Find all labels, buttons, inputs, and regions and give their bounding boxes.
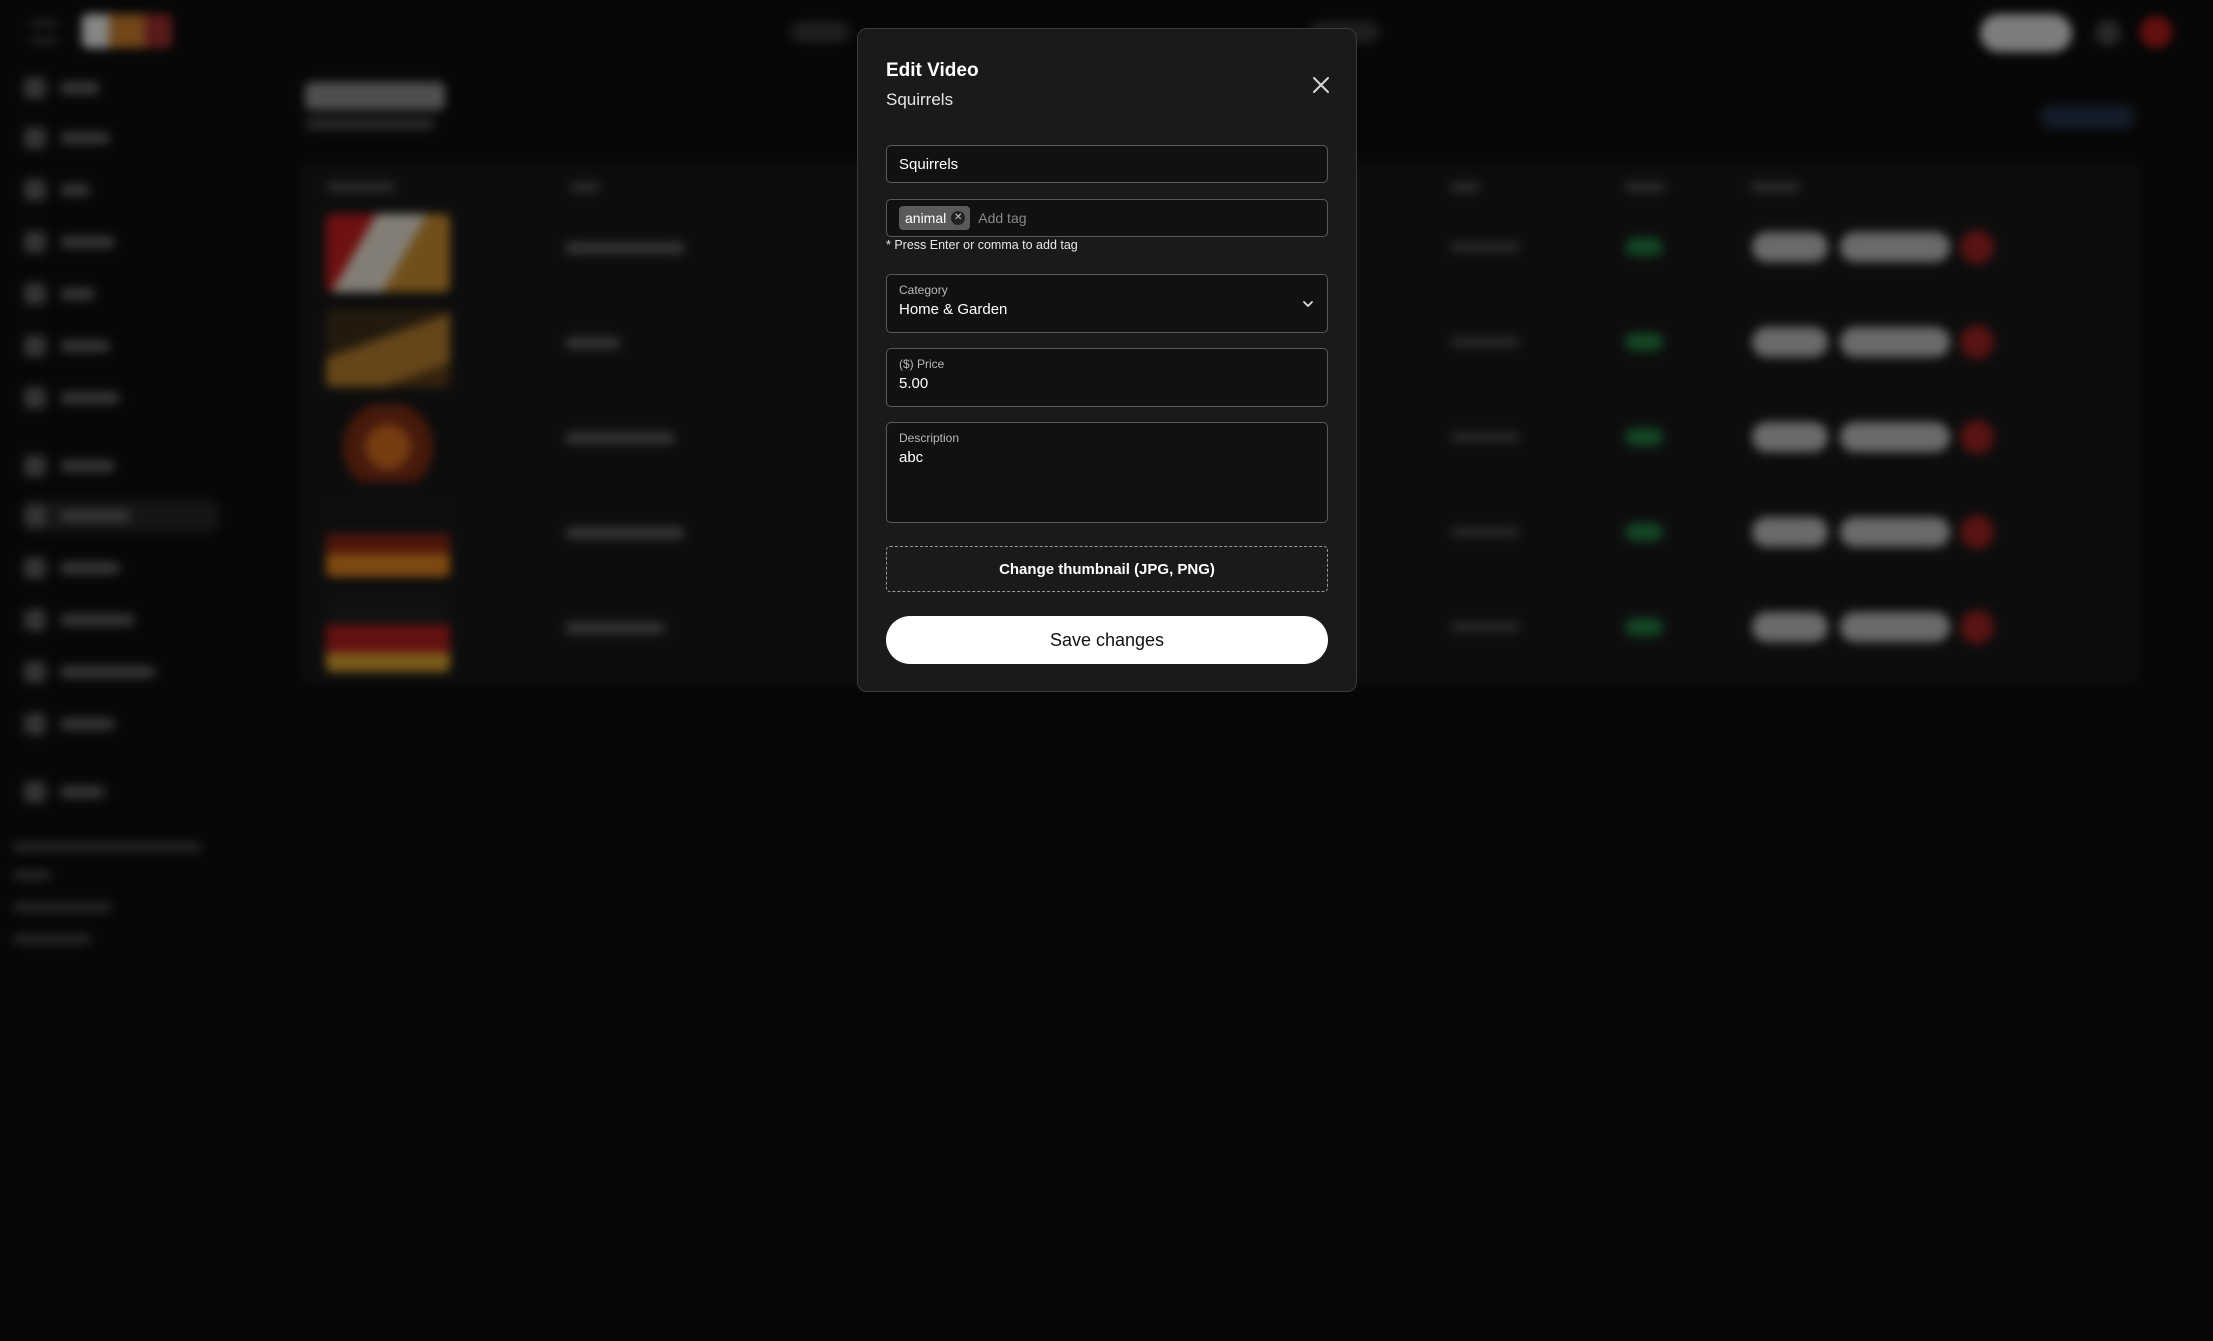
footer-links [12, 934, 92, 944]
close-button[interactable] [1308, 72, 1334, 98]
change-thumbnail-button[interactable]: Change thumbnail (JPG, PNG) [886, 546, 1328, 592]
description-label: Description [899, 431, 960, 445]
sidebar-item [24, 382, 219, 414]
menu-icon [30, 22, 58, 42]
nav-item [790, 22, 850, 42]
modal-title: Edit Video [886, 60, 979, 81]
tags-field[interactable]: animal ✕ [886, 199, 1328, 237]
page-subtitle [305, 118, 435, 130]
sidebar-item [24, 72, 219, 104]
sidebar-item [24, 656, 219, 688]
modal-subtitle: Squirrels [886, 90, 954, 109]
sidebar-item [24, 552, 219, 584]
title-field[interactable]: Squirrels [886, 145, 1328, 183]
footer-links [12, 902, 112, 912]
filter-control [2040, 105, 2135, 129]
sidebar-item [24, 330, 219, 362]
sidebar [0, 64, 220, 1341]
footer-links [12, 870, 52, 880]
description-value: abc [899, 449, 924, 466]
tag-label: animal [905, 210, 947, 226]
page-title [305, 82, 445, 110]
price-field[interactable]: ($) Price 5.00 [886, 348, 1328, 407]
price-value: 5.00 [899, 375, 929, 392]
bell-icon [2095, 20, 2121, 46]
tag-chip: animal ✕ [899, 206, 971, 230]
category-value: Home & Garden [899, 301, 1008, 318]
sidebar-item [24, 604, 219, 636]
category-select[interactable]: Category Home & Garden [886, 274, 1328, 333]
edit-video-modal: Edit Video Squirrels Squirrels animal ✕ … [857, 28, 1357, 692]
sidebar-item [24, 708, 219, 740]
tags-hint: * Press Enter or comma to add tag [886, 238, 1078, 252]
category-label: Category [899, 283, 948, 297]
site-logo [82, 14, 172, 48]
sidebar-item [24, 450, 219, 482]
sidebar-item [24, 122, 219, 154]
sidebar-item [24, 278, 219, 310]
sidebar-item [24, 174, 219, 206]
avatar [2140, 16, 2172, 48]
close-icon [1313, 77, 1329, 93]
title-field-value: Squirrels [899, 155, 959, 173]
footer-links [12, 842, 202, 852]
sidebar-item-active [24, 500, 219, 532]
sidebar-item [24, 226, 219, 258]
save-changes-button[interactable]: Save changes [886, 616, 1328, 664]
add-tag-input[interactable] [976, 209, 1281, 227]
account-button [1980, 14, 2072, 52]
price-label: ($) Price [899, 357, 945, 371]
description-field[interactable]: Description abc [886, 422, 1328, 523]
remove-tag-icon[interactable]: ✕ [951, 211, 966, 225]
chevron-down-icon [1303, 301, 1313, 307]
sidebar-item [24, 776, 219, 808]
